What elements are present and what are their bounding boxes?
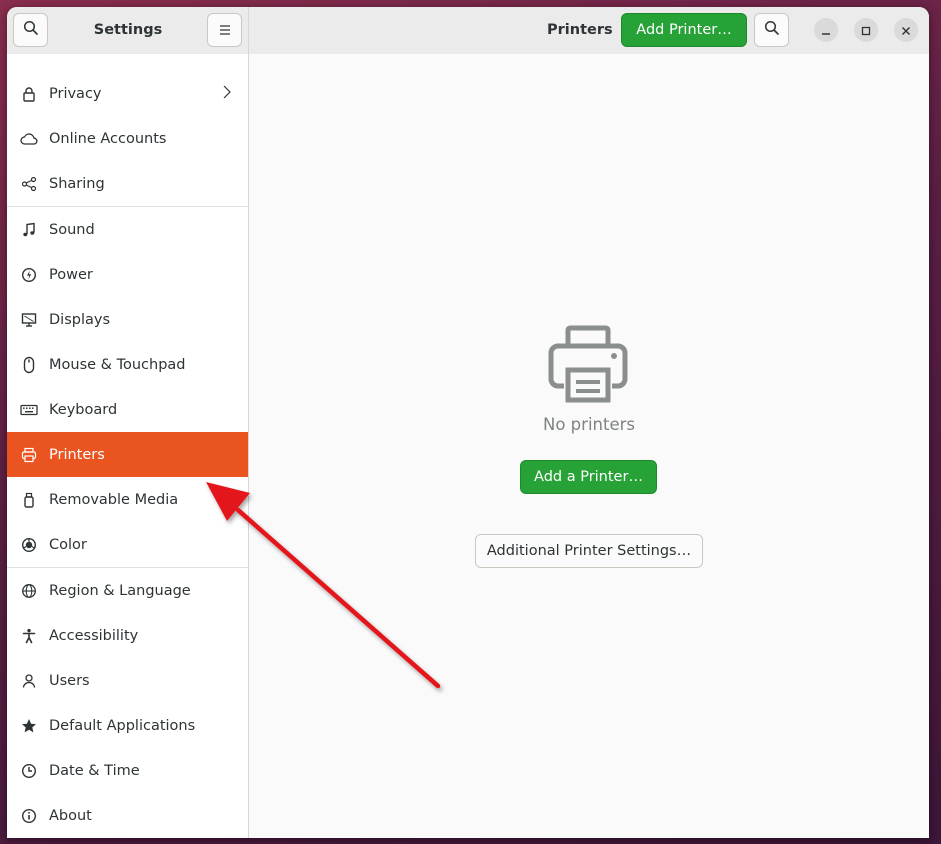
printer-icon [20,446,38,464]
sidebar-item-label: Printers [49,446,105,463]
add-printer-button[interactable]: Add Printer… [621,13,747,47]
chevron-right-icon [223,85,231,103]
sidebar-item-removable-media[interactable]: Removable Media [7,477,248,522]
cloud-icon [20,130,38,148]
sidebar-item-label: Region & Language [49,582,191,599]
mouse-icon [20,356,38,374]
lock-icon [20,85,38,103]
sidebar-item-label: Power [49,266,93,283]
settings-window: Settings Printers Add Printer… Privacy O… [7,7,929,838]
display-icon [20,311,38,329]
sidebar-item-keyboard[interactable]: Keyboard [7,387,248,432]
sidebar-item-label: Displays [49,311,111,328]
sidebar-item-mouse-touchpad[interactable]: Mouse & Touchpad [7,342,248,387]
sidebar-item-label: Users [49,672,90,689]
users-icon [20,672,38,690]
sidebar-item-power[interactable]: Power [7,252,248,297]
sidebar-item-label: Privacy [49,85,102,102]
keyboard-icon [20,401,38,419]
sidebar-item-online-accounts[interactable]: Online Accounts [7,116,248,161]
music-note-icon [20,221,38,239]
sidebar-item-accessibility[interactable]: Accessibility [7,613,248,658]
content-header: Printers Add Printer… [249,7,929,54]
printer-large-icon [547,324,629,406]
minimize-icon [821,21,831,40]
close-icon [901,21,911,40]
sidebar-item-label: About [49,807,92,824]
sidebar: Privacy Online Accounts Sharing Sound Po… [7,54,249,838]
sidebar-item-label: Mouse & Touchpad [49,356,186,373]
minimize-button[interactable] [814,18,838,42]
sidebar-item-label: Color [49,536,87,553]
clock-icon [20,762,38,780]
add-a-printer-button[interactable]: Add a Printer… [520,460,657,494]
sidebar-item-label: Accessibility [49,627,139,644]
sidebar-item-date-time[interactable]: Date & Time [7,748,248,793]
close-button[interactable] [894,18,918,42]
header-bar: Settings Printers Add Printer… [7,7,929,54]
info-icon [20,807,38,825]
maximize-button[interactable] [854,18,878,42]
sidebar-header: Settings [7,7,249,54]
sidebar-item-printers[interactable]: Printers [7,432,248,477]
empty-state-label: No printers [543,415,635,434]
sidebar-item-label: Sound [49,221,95,238]
globe-icon [20,582,38,600]
printer-search-button[interactable] [754,13,789,47]
share-icon [20,175,38,193]
page-title: Printers [547,22,613,38]
sidebar-item-sound[interactable]: Sound [7,207,248,252]
printers-panel: No printers Add a Printer… Additional Pr… [249,54,929,838]
sidebar-item-about[interactable]: About [7,793,248,838]
sidebar-item-color[interactable]: Color [7,522,248,567]
sidebar-item-label: Sharing [49,175,105,192]
apps-icon [20,54,38,61]
menu-button[interactable] [207,13,242,47]
sidebar-item-displays[interactable]: Displays [7,297,248,342]
sidebar-item-label: Keyboard [49,401,118,418]
sidebar-item-default-applications[interactable]: Default Applications [7,703,248,748]
search-icon [764,20,780,40]
sidebar-item-label: Default Applications [49,717,196,734]
sidebar-item-region-language[interactable]: Region & Language [7,568,248,613]
accessibility-icon [20,627,38,645]
usb-drive-icon [20,491,38,509]
hamburger-icon [218,21,232,40]
sidebar-item-label: Removable Media [49,491,179,508]
sidebar-item-label: Date & Time [49,762,140,779]
star-icon [20,717,38,735]
maximize-icon [861,21,871,40]
additional-printer-settings-button[interactable]: Additional Printer Settings… [475,534,703,568]
sidebar-item-label: Online Accounts [49,130,167,147]
sidebar-item-sharing[interactable]: Sharing [7,161,248,206]
power-icon [20,266,38,284]
color-icon [20,536,38,554]
sidebar-item-privacy[interactable]: Privacy [7,71,248,116]
sidebar-item-users[interactable]: Users [7,658,248,703]
